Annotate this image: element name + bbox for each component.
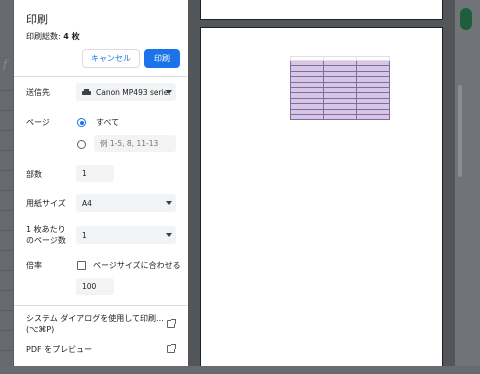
total-sheets-value: 4 枚 [63,32,80,41]
paper-size-value: A4 [82,198,92,208]
copies-label: 部数 [26,170,42,179]
pages-custom-radio[interactable] [77,140,86,149]
system-dialog-shortcut: (⌥⌘P) [26,325,55,334]
pdf-preview-link[interactable]: PDF をプレビュー [26,344,92,355]
sheets-share-button [460,8,472,30]
preview-page-previous [200,0,443,20]
scale-input[interactable]: 100 [76,278,114,295]
pages-per-sheet-select[interactable]: 1 [76,226,176,244]
row-header-column [0,0,14,374]
paper-size-select[interactable]: A4 [76,194,176,212]
scale-label: 倍率 [26,261,42,270]
table-row [290,113,390,121]
destination-label: 送信先 [26,88,50,97]
system-dialog-link[interactable]: システム ダイアログを使用して印刷... [26,313,164,324]
pages-all-label: すべて [96,118,120,127]
copies-input[interactable]: 1 [76,165,114,182]
print-dialog: 印刷 印刷総数: 4 枚 キャンセル 印刷 送信先 Canon MP493 se… [14,0,188,366]
external-link-icon[interactable] [167,344,176,353]
pages-per-sheet-label-1: 1 枚あたり [26,225,66,234]
background-bottom-strip [0,366,480,374]
paper-size-label: 用紙サイズ [26,199,66,208]
fit-to-page-label: ページサイズに合わせる [93,261,181,270]
print-button[interactable]: 印刷 [144,49,180,68]
total-sheets: 印刷総数: 4 枚 [26,31,80,42]
preview-scrollbar[interactable] [458,85,462,177]
total-sheets-label: 印刷総数: [26,32,64,41]
pages-label: ページ [26,118,50,127]
pages-all-radio[interactable] [77,118,86,127]
preview-sheet-table [290,56,390,121]
footer-divider [14,305,188,306]
formula-fx-icon: f [3,58,8,71]
chevron-down-icon [166,233,172,237]
pages-custom-input[interactable]: 例 1-5, 8, 11-13 [94,135,176,152]
print-preview [188,0,462,366]
chevron-down-icon [166,201,172,205]
pages-per-sheet-label-2: のページ数 [26,236,66,245]
header-divider [14,76,188,77]
pages-per-sheet-value: 1 [82,230,87,240]
printer-icon [82,88,91,96]
destination-value: Canon MP493 series [96,87,170,97]
dialog-title: 印刷 [26,13,48,26]
chevron-down-icon [166,90,172,94]
side-panel-strip [455,0,480,374]
fit-to-page-checkbox[interactable] [77,261,86,270]
cancel-button[interactable]: キャンセル [82,49,140,68]
external-link-icon[interactable] [167,319,176,328]
preview-page [200,27,443,366]
destination-select[interactable]: Canon MP493 series [76,83,176,101]
